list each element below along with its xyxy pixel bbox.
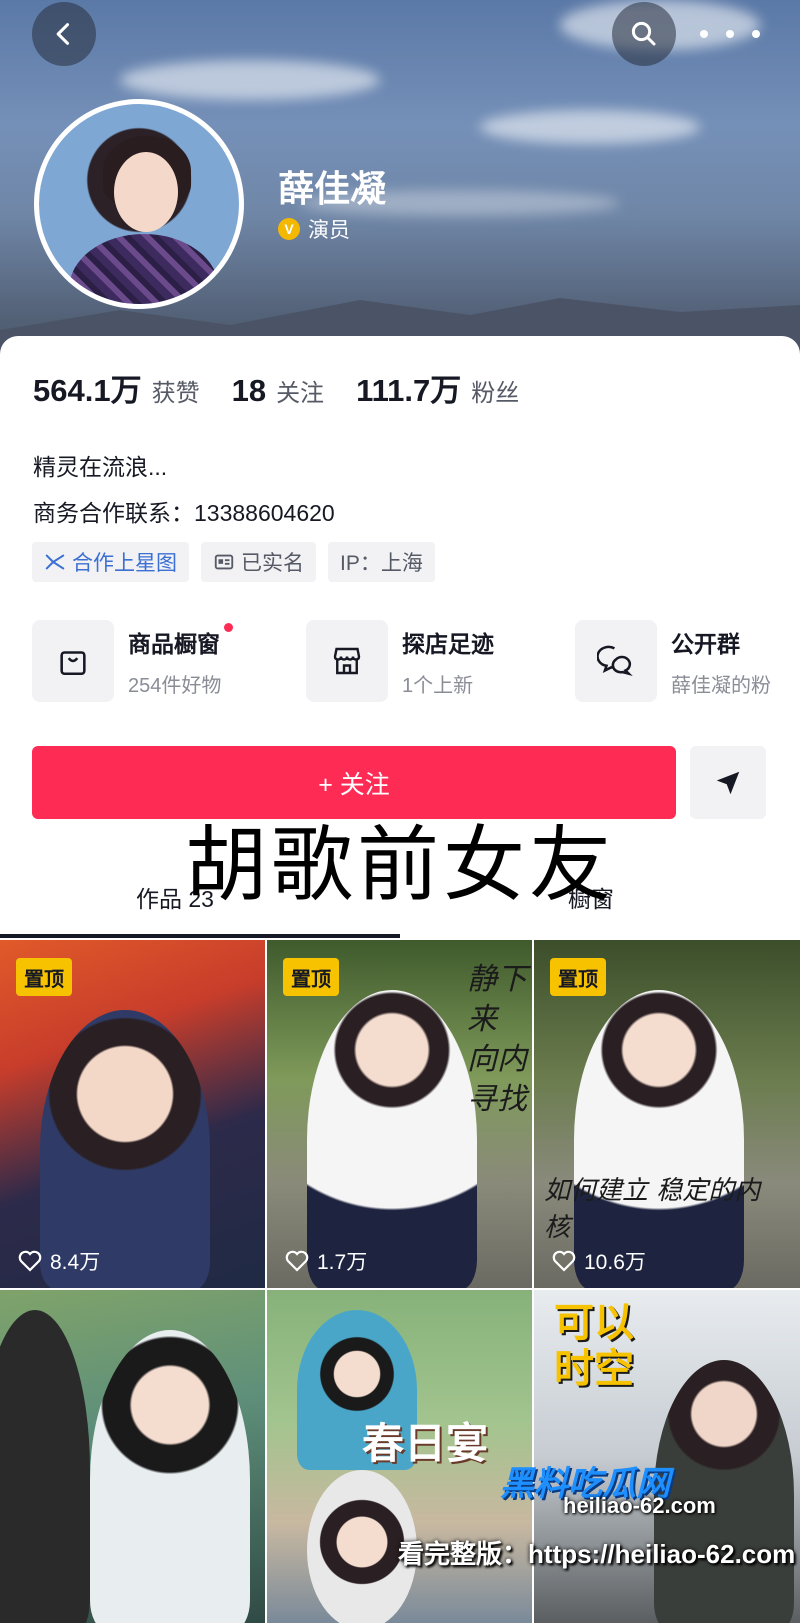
chevron-left-icon [56,23,70,45]
id-card-icon [214,554,234,570]
verification-title: 演员 [308,219,350,242]
likes-count: 10.6万 [552,1246,646,1276]
chat-bubbles-icon [597,645,633,677]
profile-bio: 精灵在流浪... [33,454,168,480]
shortcut-public-group[interactable]: 公开群 薛佳凝的粉 [575,620,771,702]
send-icon [716,771,740,794]
pinned-badge: 置顶 [550,958,606,996]
video-caption: 如何建立 稳定的内核 [544,1176,761,1243]
search-icon [631,21,656,46]
heart-icon [552,1250,576,1272]
stat-likes[interactable]: 564.1万 获赞 [33,365,200,410]
watermark-full-link: 看完整版：https://heiliao-62.com [398,1539,796,1569]
likes-count: 8.4万 [18,1246,100,1276]
pinned-badge: 置顶 [283,958,339,996]
share-button[interactable] [690,746,766,819]
likes-count: 1.7万 [285,1246,367,1276]
stat-following[interactable]: 18 关注 [232,373,324,409]
tag-real-name[interactable]: 已实名 [201,542,316,582]
avatar[interactable] [34,99,244,309]
video-grid: 置顶 8.4万 静下来 向内寻找 置顶 1.7万 如何建立 稳定的内核 置顶 1… [0,940,800,1623]
follow-button[interactable]: + 关注 [32,746,676,819]
back-button[interactable] [32,2,96,66]
cloud [480,110,700,144]
video-tile[interactable]: 置顶 8.4万 [0,940,265,1288]
tag-ip-location[interactable]: IP：上海 [328,542,435,582]
stat-followers[interactable]: 111.7万 粉丝 [356,365,519,410]
verified-badge-icon: V [278,218,300,240]
star-map-icon [45,554,65,570]
heart-icon [285,1250,309,1272]
pinned-badge: 置顶 [16,958,72,996]
video-caption: 可以 时空 [554,1299,634,1392]
video-tile[interactable]: 如何建立 稳定的内核 置顶 10.6万 [534,940,800,1288]
shortcut-shop-window[interactable]: 商品橱窗 254件好物 [32,620,234,702]
video-caption: 静下来 向内寻找 [467,962,527,1117]
video-tile[interactable]: 春日宴 [267,1290,532,1623]
notification-dot [224,622,234,632]
dot-icon [700,30,708,38]
active-tab-indicator [0,934,400,938]
verification-row: V 演员 [278,214,350,244]
shortcut-row: 商品橱窗 254件好物 探店足迹 1个上新 公开群 薛佳凝的粉 [32,620,800,710]
shopping-bag-icon [60,651,86,676]
heart-icon [18,1250,42,1272]
cloud [120,60,380,100]
dot-icon [752,30,760,38]
tag-row: 合作上星图 已实名 IP：上海 [32,542,435,582]
video-caption: 春日宴 [362,1419,489,1468]
search-button[interactable] [612,2,676,66]
dot-icon [726,30,734,38]
more-options-button[interactable] [700,14,760,54]
overlay-caption: 胡歌前女友 [184,818,615,913]
video-tile[interactable] [0,1290,265,1623]
shortcut-store-visits[interactable]: 探店足迹 1个上新 [306,620,494,702]
video-tile[interactable]: 静下来 向内寻找 置顶 1.7万 [267,940,532,1288]
stats-row: 564.1万 获赞 18 关注 111.7万 粉丝 [33,365,551,410]
profile-name: 薛佳凝 [278,168,387,209]
tag-star-map[interactable]: 合作上星图 [32,542,189,582]
business-contact: 商务合作联系：13388604620 [33,500,335,526]
store-icon [333,647,361,675]
watermark-url: heiliao-62.com [563,1493,716,1518]
